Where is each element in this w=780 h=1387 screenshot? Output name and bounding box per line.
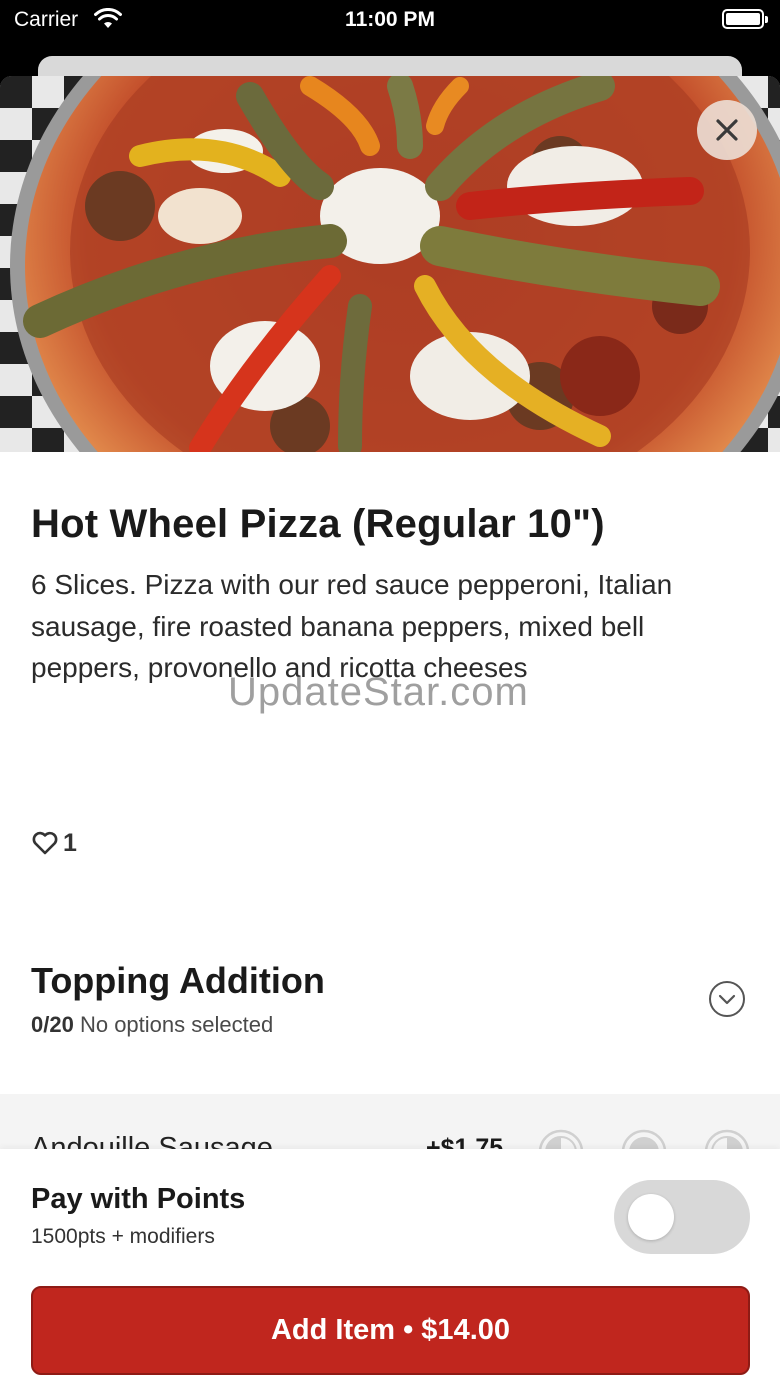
pay-with-points-title: Pay with Points: [31, 1183, 246, 1215]
modifier-group-title: Topping Addition: [31, 960, 325, 1001]
checkout-panel: Pay with Points 1500pts + modifiers Add …: [0, 1149, 780, 1387]
close-button[interactable]: [697, 100, 757, 160]
like-count: 1: [63, 828, 77, 857]
chevron-down-icon[interactable]: [708, 980, 746, 1018]
selection-status: No options selected: [79, 1012, 274, 1037]
item-title: Hot Wheel Pizza (Regular 10"): [31, 502, 605, 546]
battery-icon: [722, 9, 768, 29]
item-photo: [0, 76, 780, 452]
pay-with-points-subtitle: 1500pts + modifiers: [31, 1225, 215, 1248]
selection-count: 0/20: [31, 1012, 74, 1037]
pizza-image: [0, 76, 780, 452]
watermark: UpdateStar.com: [228, 670, 529, 714]
status-bar: Carrier 11:00 PM: [0, 0, 780, 40]
heart-icon: [32, 831, 58, 855]
add-item-button[interactable]: Add Item • $14.00: [31, 1286, 750, 1375]
like-button[interactable]: 1: [31, 828, 77, 858]
close-icon: [716, 119, 738, 141]
modifier-group-status: 0/20 No options selected: [31, 1012, 273, 1038]
pay-with-points-toggle[interactable]: [614, 1180, 750, 1254]
status-time: 11:00 PM: [345, 8, 435, 31]
toggle-knob: [628, 1194, 674, 1240]
